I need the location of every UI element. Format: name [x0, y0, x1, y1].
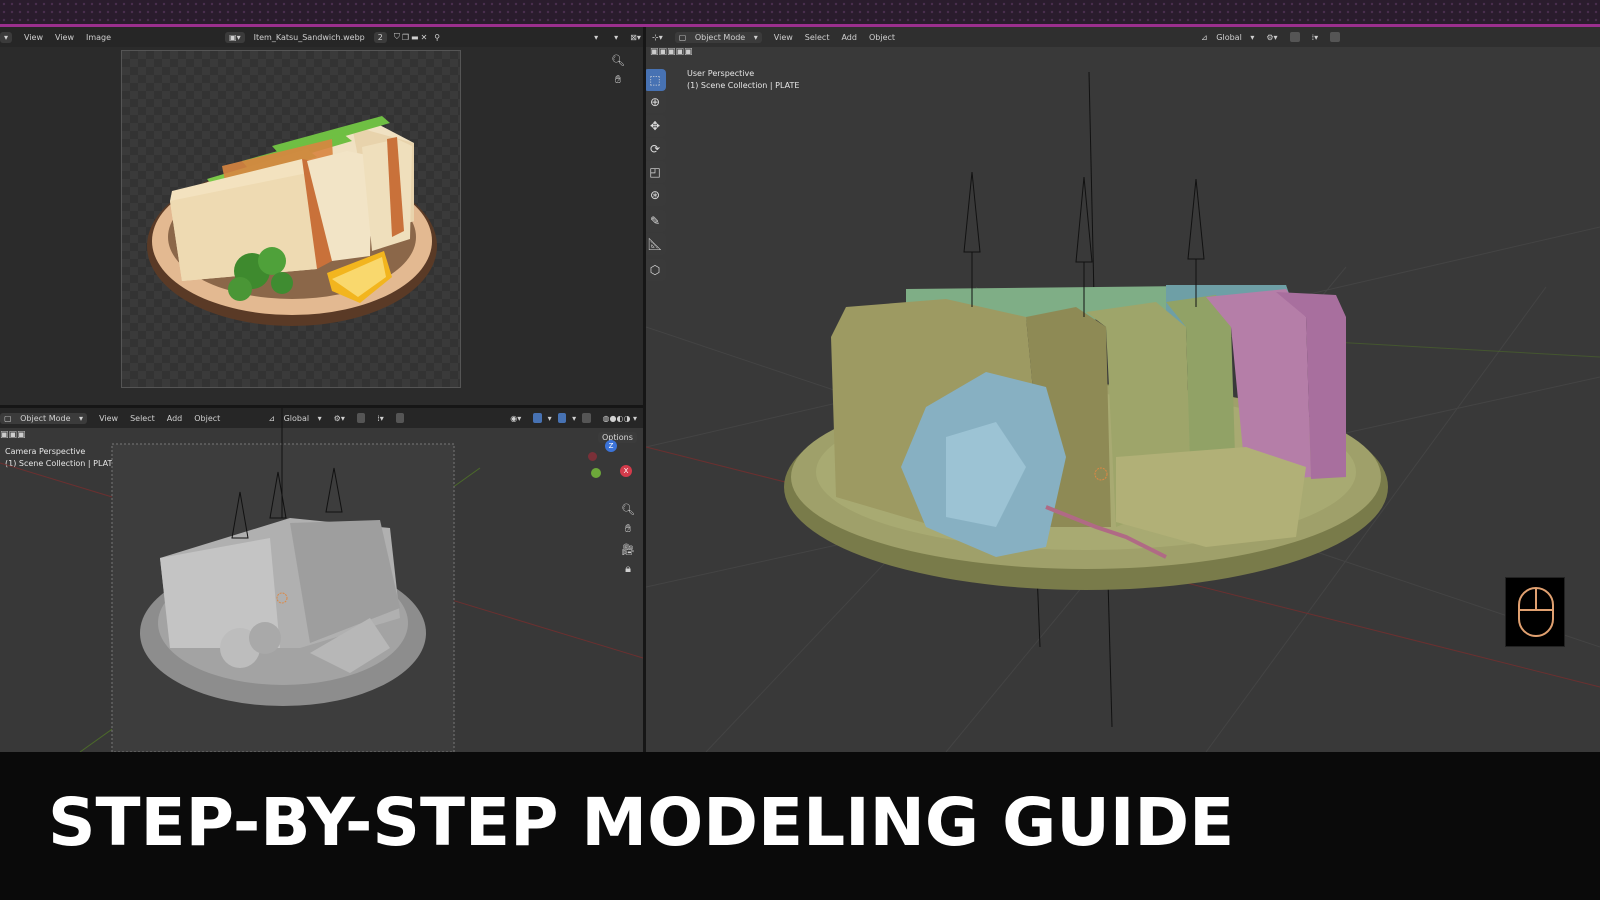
main-overlay-title: User Perspective	[687, 69, 755, 78]
image-filename[interactable]: Item_Katsu_Sandwich.webp	[254, 33, 365, 42]
annotate-tool[interactable]: ✎	[646, 210, 666, 232]
mouse-icon	[1518, 587, 1554, 637]
transform-tool[interactable]: ⊛	[646, 184, 666, 206]
axis-gizmo[interactable]: Z X	[586, 440, 636, 490]
main-proportional-icon[interactable]	[1330, 32, 1341, 42]
menu-view[interactable]: View	[24, 33, 43, 42]
camera-orientation-label: Global	[283, 413, 310, 423]
mouse-input-overlay	[1505, 577, 1565, 647]
rotate-tool[interactable]: ⟳	[646, 138, 666, 160]
gizmo-toggle-icon[interactable]: ⊠▾	[630, 33, 641, 42]
camera-select-modes[interactable]: ▣▣▣	[0, 430, 26, 440]
gizmo-x-axis[interactable]: X	[620, 465, 632, 477]
camera-visibility-icon[interactable]: ◉▾	[510, 414, 521, 423]
image-editor-header: ▾ View View Image ▣▾ Item_Katsu_Sandwich…	[0, 27, 643, 47]
main-viewport[interactable]: ⊹▾ ▢ Object Mode ▾ View Select Add Objec…	[646, 27, 1600, 752]
main-menu-object[interactable]: Object	[869, 33, 895, 42]
menu-view-2[interactable]: View	[55, 33, 74, 42]
main-menu-add[interactable]: Add	[841, 33, 857, 42]
camera-menu-select[interactable]: Select	[130, 414, 155, 423]
main-snap-icon[interactable]	[1289, 32, 1300, 42]
camera-zoom-icon[interactable]: 🔍︎	[619, 500, 637, 518]
image-canvas[interactable]	[121, 50, 461, 388]
camera-mode-select[interactable]: ▢ Object Mode ▾	[0, 412, 88, 424]
katsu-sandwich-image	[147, 116, 437, 326]
main-orientation-select[interactable]: ⊿ Global ▾	[1201, 33, 1254, 42]
camera-proportional-icon[interactable]	[395, 413, 405, 423]
camera-snap-dropdown[interactable]: ⁞▾	[377, 414, 384, 423]
add-cube-tool[interactable]: ⬡	[646, 259, 666, 281]
camera-gizmo-icon[interactable]	[533, 413, 542, 423]
camera-menu-add[interactable]: Add	[167, 414, 183, 423]
camera-menu-view[interactable]: View	[99, 414, 118, 423]
menu-image[interactable]: Image	[86, 33, 111, 42]
open-image-icon[interactable]: ▬	[411, 33, 419, 42]
fake-user-icon[interactable]: ⛉	[394, 32, 400, 42]
camera-snap-icon[interactable]	[356, 413, 366, 423]
main-select-modes[interactable]: ▣▣▣▣▣	[650, 47, 693, 57]
camera-pivot-icon[interactable]: ⚙▾	[334, 414, 345, 423]
main-orientation-label: Global	[1216, 32, 1242, 42]
select-box-tool[interactable]: ⬚	[646, 69, 666, 91]
main-editor-type[interactable]: ⊹▾	[652, 33, 663, 42]
gizmo-y-axis[interactable]	[591, 468, 601, 478]
gizmo-neg-x[interactable]	[588, 452, 597, 461]
camera-overlay-collection: (1) Scene Collection | PLATE	[5, 459, 118, 468]
main-pivot-icon[interactable]: ⚙▾	[1266, 33, 1277, 42]
camera-menu-object[interactable]: Object	[194, 414, 220, 423]
main-overlay-collection: (1) Scene Collection | PLATE	[687, 81, 800, 90]
banner-title: STEP-BY-STEP MODELING GUIDE	[48, 784, 1235, 861]
camera-viewport-header: ▢ Object Mode ▾ View Select Add Object ⊿…	[0, 408, 643, 428]
camera-pan-icon[interactable]: ✋︎	[619, 520, 637, 538]
scale-tool[interactable]: ◰	[646, 161, 666, 183]
unlink-image-icon[interactable]: ✕	[421, 33, 428, 42]
move-tool[interactable]: ✥	[646, 115, 666, 137]
screen: ▾ View View Image ▣▾ Item_Katsu_Sandwich…	[0, 0, 1600, 900]
gizmo-z-axis[interactable]: Z	[605, 440, 617, 452]
camera-mode-label: Object Mode	[20, 413, 71, 423]
main-viewport-header: ⊹▾ ▢ Object Mode ▾ View Select Add Objec…	[646, 27, 1600, 47]
new-image-icon[interactable]: ❐	[402, 33, 409, 42]
pin-icon[interactable]: ⚲	[434, 33, 440, 42]
camera-overlay-title: Camera Perspective	[5, 447, 86, 456]
cursor-tool[interactable]: ⊕	[646, 91, 666, 113]
pan-hand-icon[interactable]: ✋︎	[609, 71, 627, 89]
camera-xray-icon[interactable]	[582, 413, 591, 423]
measure-tool[interactable]: 📐︎	[646, 233, 666, 255]
camera-lock-icon[interactable]: 🔒︎	[619, 560, 637, 578]
main-menu-view[interactable]: View	[774, 33, 793, 42]
camera-orientation-select[interactable]: ⊿ Global ▾	[268, 414, 321, 423]
zoom-icon[interactable]: 🔍︎	[609, 51, 627, 69]
image-browse-button[interactable]: ▣▾	[225, 31, 245, 43]
main-mode-label: Object Mode	[694, 32, 746, 42]
image-editor-area[interactable]: ▾ View View Image ▣▾ Item_Katsu_Sandwich…	[0, 27, 643, 405]
camera-toggle-icon[interactable]: 🎥︎	[619, 540, 637, 558]
main-scene	[646, 71, 1600, 752]
image-user-count: 2	[373, 31, 387, 43]
editor-type-menu[interactable]: ▾	[0, 31, 13, 43]
main-mode-select[interactable]: ▢ Object Mode ▾	[674, 31, 762, 43]
camera-overlay-icon[interactable]	[557, 413, 567, 423]
shading-buttons[interactable]: ◍●◐◑ ▾	[603, 414, 637, 423]
main-snap-dropdown[interactable]: ⁞▾	[1312, 33, 1319, 42]
main-menu-select[interactable]: Select	[805, 33, 830, 42]
camera-viewport[interactable]: ▢ Object Mode ▾ View Select Add Object ⊿…	[0, 408, 643, 752]
window-top-strip	[0, 0, 1600, 26]
snap-dropdown[interactable]: ▾	[594, 33, 598, 42]
overlay-dropdown[interactable]: ▾	[614, 33, 618, 42]
